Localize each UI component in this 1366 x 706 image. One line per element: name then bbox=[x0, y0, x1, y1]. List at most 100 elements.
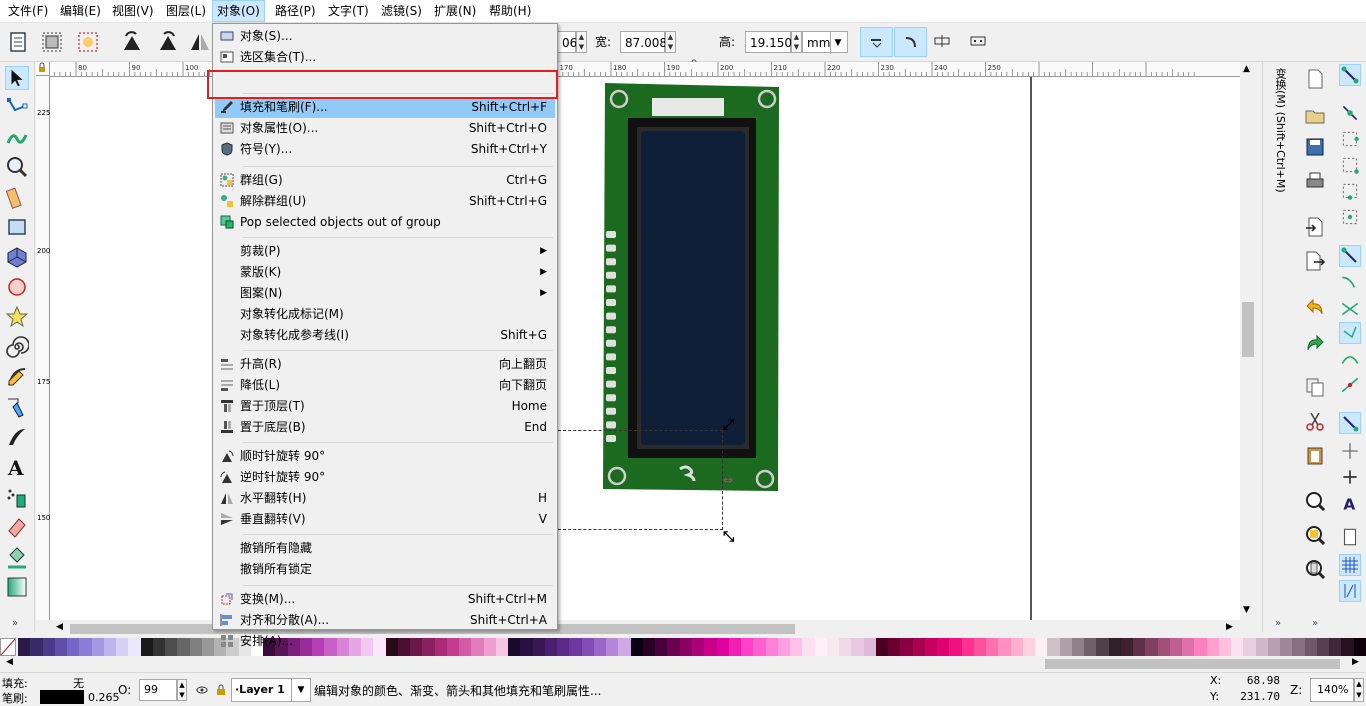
snap-center-icon[interactable] bbox=[1339, 440, 1361, 462]
pen-tool-icon[interactable] bbox=[5, 395, 29, 419]
palette-swatch[interactable] bbox=[201, 638, 215, 656]
menu-item[interactable]: 撤销所有隐藏 bbox=[215, 538, 555, 559]
fill-value[interactable]: 无 bbox=[73, 675, 84, 691]
palette-swatch[interactable] bbox=[618, 638, 632, 656]
select-all-layers-icon[interactable] bbox=[40, 30, 64, 54]
menu-item[interactable]: 顺时针旋转 90° bbox=[215, 446, 555, 467]
palette-swatch[interactable] bbox=[1255, 638, 1269, 656]
palette-swatch[interactable] bbox=[1084, 638, 1097, 656]
new-document-icon[interactable] bbox=[1304, 68, 1326, 90]
snap-midpoint-icon[interactable] bbox=[1339, 374, 1361, 396]
palette-none-swatch[interactable] bbox=[0, 638, 16, 656]
star-tool-icon[interactable] bbox=[5, 305, 29, 329]
palette-swatch[interactable] bbox=[863, 638, 877, 656]
menu-item[interactable]: 撤销所有锁定 bbox=[215, 559, 555, 580]
palette-swatch[interactable] bbox=[839, 638, 852, 656]
palette-swatch[interactable] bbox=[728, 638, 742, 656]
menu-item[interactable]: 变换(M)... Shift+Ctrl+M bbox=[215, 589, 555, 610]
snap-toggle[interactable] bbox=[1339, 64, 1361, 86]
snap-bbox-corner-icon[interactable] bbox=[1339, 154, 1361, 176]
transform-dock-tab[interactable]: 变换(M) (Shift+Ctrl+M) bbox=[1272, 68, 1288, 218]
palette-swatch[interactable] bbox=[103, 638, 117, 656]
snap-text-baseline-icon[interactable]: A bbox=[1339, 492, 1361, 514]
menu-item[interactable]: 安排(A)... bbox=[215, 631, 555, 652]
scroll-left-icon[interactable]: ◀ bbox=[56, 622, 63, 632]
palette-swatch[interactable] bbox=[1157, 638, 1171, 656]
snap-grid-toggle[interactable] bbox=[1339, 554, 1361, 576]
snap-rotation-center-icon[interactable] bbox=[1339, 466, 1361, 488]
palette-swatch[interactable] bbox=[630, 638, 644, 656]
palette-swatch[interactable] bbox=[1169, 638, 1183, 656]
palette-swatch[interactable] bbox=[177, 638, 191, 656]
tweak-tool-icon[interactable] bbox=[5, 125, 29, 149]
palette-swatch[interactable] bbox=[851, 638, 865, 656]
palette-swatch[interactable] bbox=[790, 638, 803, 656]
opacity-spinner[interactable]: ▲ ▼ bbox=[177, 679, 187, 701]
palette-swatch[interactable] bbox=[753, 638, 767, 656]
palette-swatch[interactable] bbox=[1096, 638, 1110, 656]
menu-item[interactable]: 置于顶层(T) Home bbox=[215, 396, 555, 417]
menu-item[interactable]: 解除群组(U) Shift+Ctrl+G bbox=[215, 191, 555, 212]
print-icon[interactable] bbox=[1304, 170, 1326, 192]
menu-item[interactable]: 对象属性(O)... Shift+Ctrl+O bbox=[215, 118, 555, 139]
resize-handle-e[interactable]: ⇔ bbox=[723, 473, 733, 487]
menu-layer[interactable]: 图层(L) bbox=[162, 0, 210, 22]
color-palette[interactable] bbox=[0, 638, 1366, 656]
palette-swatch[interactable] bbox=[1035, 638, 1048, 656]
visibility-eye-icon[interactable] bbox=[196, 684, 208, 696]
palette-swatch[interactable] bbox=[1316, 638, 1330, 656]
palette-swatch[interactable] bbox=[667, 638, 681, 656]
scale-stroke-toggle[interactable] bbox=[860, 27, 893, 57]
palette-swatch[interactable] bbox=[986, 638, 999, 656]
select-all-icon[interactable] bbox=[6, 30, 30, 54]
snap-others-toggle[interactable] bbox=[1339, 412, 1361, 434]
palette-swatch[interactable] bbox=[1182, 638, 1195, 656]
palette-swatch[interactable] bbox=[1341, 638, 1355, 656]
palette-scroll-left-icon[interactable]: ◀ bbox=[6, 657, 13, 667]
palette-swatch[interactable] bbox=[165, 638, 178, 656]
snap-nodes-toggle[interactable] bbox=[1339, 245, 1361, 267]
palette-swatch[interactable] bbox=[949, 638, 963, 656]
palette-swatch[interactable] bbox=[973, 638, 987, 656]
snap-cusp-toggle[interactable] bbox=[1339, 322, 1361, 344]
vertical-scroll-thumb[interactable] bbox=[1242, 302, 1254, 357]
height-spinner[interactable]: ▲ ▼ bbox=[791, 31, 802, 53]
height-field[interactable]: 19.150 bbox=[745, 31, 792, 53]
menu-view[interactable]: 视图(V) bbox=[108, 0, 158, 22]
zoom-drawing-icon[interactable] bbox=[1304, 524, 1326, 546]
menu-item[interactable]: 选区集合(T)... bbox=[215, 47, 555, 68]
palette-swatch[interactable] bbox=[1243, 638, 1257, 656]
palette-swatch[interactable] bbox=[1267, 638, 1281, 656]
palette-swatch[interactable] bbox=[79, 638, 93, 656]
calligraphy-tool-icon[interactable] bbox=[5, 425, 29, 449]
3d-box-tool-icon[interactable] bbox=[5, 245, 29, 269]
toolbox-more-icon[interactable]: » bbox=[12, 618, 18, 629]
palette-swatch[interactable] bbox=[937, 638, 950, 656]
lock-guides-icon[interactable] bbox=[36, 62, 48, 74]
palette-swatch[interactable] bbox=[704, 638, 717, 656]
opacity-field[interactable]: 99 bbox=[139, 679, 177, 701]
palette-swatch[interactable] bbox=[1304, 638, 1318, 656]
snap-guide-toggle[interactable] bbox=[1339, 580, 1361, 602]
menu-item[interactable]: 置于底层(B) End bbox=[215, 417, 555, 438]
palette-swatch[interactable] bbox=[152, 638, 166, 656]
rotate-ccw-tool-icon[interactable] bbox=[120, 30, 144, 54]
palette-swatch[interactable] bbox=[128, 638, 142, 656]
zoom-field[interactable]: 140% bbox=[1310, 678, 1354, 702]
palette-swatch[interactable] bbox=[777, 638, 791, 656]
palette-swatch[interactable] bbox=[1194, 638, 1208, 656]
layer-lock-icon[interactable] bbox=[216, 683, 226, 696]
import-icon[interactable] bbox=[1304, 216, 1326, 238]
palette-swatch[interactable] bbox=[1329, 638, 1342, 656]
palette-swatch[interactable] bbox=[1108, 638, 1122, 656]
redo-icon[interactable] bbox=[1304, 332, 1326, 354]
menu-item[interactable]: 剪裁(P) ▶ bbox=[215, 241, 555, 262]
palette-swatch[interactable] bbox=[606, 638, 619, 656]
undo-icon[interactable] bbox=[1304, 296, 1326, 318]
palette-swatch[interactable] bbox=[875, 638, 889, 656]
menu-item[interactable]: 填充和笔刷(F)... Shift+Ctrl+F bbox=[215, 97, 555, 118]
flip-horizontal-tool-icon[interactable] bbox=[188, 30, 212, 54]
palette-swatch[interactable] bbox=[765, 638, 779, 656]
palette-swatch[interactable] bbox=[826, 638, 840, 656]
snap-bbox-center-icon[interactable] bbox=[1339, 206, 1361, 228]
